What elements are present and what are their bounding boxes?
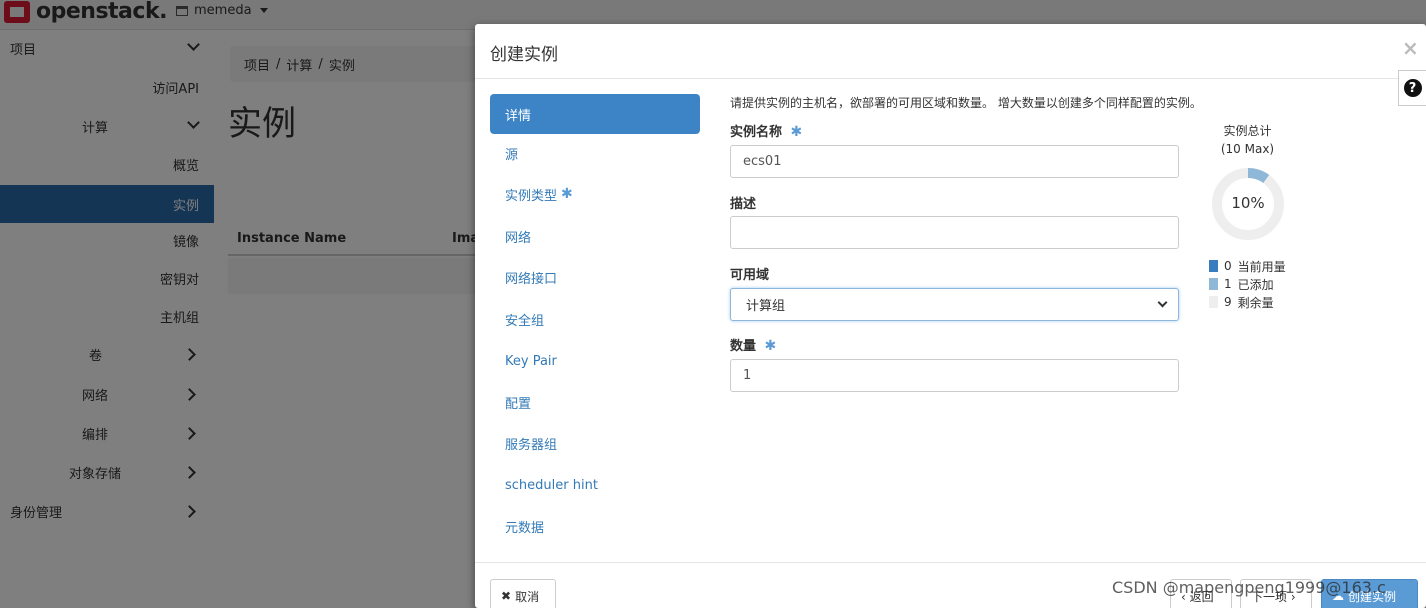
quota-title-line2: (10 Max) [1220, 142, 1275, 156]
count-label: 数量 ✱ [730, 335, 776, 354]
wizard-step-label: 服务器组 [505, 437, 558, 453]
wizard-step-scheduler-hints[interactable]: scheduler hint [490, 465, 700, 505]
wizard-step-label: 源 [505, 147, 519, 163]
legend-label: 当前用量 [1237, 259, 1286, 274]
required-star-icon: ✱ [790, 124, 803, 140]
count-label-text: 数量 [730, 339, 757, 354]
quota-title-line1: 实例总计 [1223, 124, 1272, 138]
legend-swatch [1209, 278, 1218, 290]
description-input[interactable] [730, 216, 1179, 249]
wizard-step-label: 元数据 [505, 520, 545, 536]
cancel-label: 取消 [515, 589, 540, 604]
legend-count: 9 [1224, 295, 1232, 309]
quota-title: 实例总计 (10 Max) [1205, 122, 1290, 158]
wizard-step-label: 详情 [505, 108, 532, 124]
wizard-step-metadata[interactable]: 元数据 [490, 506, 700, 546]
wizard-step-networks[interactable]: 网络 [490, 216, 700, 256]
wizard-step-label: 网络 [505, 230, 532, 246]
close-icon: ✖ [501, 589, 512, 603]
legend-count: 1 [1224, 277, 1232, 291]
quota-legend: 0 当前用量 1 已添加 9 剩余量 [1209, 257, 1286, 311]
instance-name-input[interactable]: ecs01 [730, 145, 1179, 178]
help-text: 请提供实例的主机名，欲部署的可用区域和数量。 增大数量以创建多个同样配置的实例。 [730, 96, 1202, 110]
cancel-button[interactable]: ✖ 取消 [490, 579, 556, 608]
wizard-step-flavor[interactable]: 实例类型 ✱ [490, 174, 700, 214]
wizard-step-key-pair[interactable]: Key Pair [490, 341, 700, 381]
availability-zone-select[interactable]: 计算组 [730, 288, 1179, 321]
wizard-step-label: 网络接口 [505, 271, 558, 287]
wizard-step-details[interactable]: 详情 [490, 94, 700, 134]
wizard-step-security-groups[interactable]: 安全组 [490, 299, 700, 339]
description-label: 描述 [730, 197, 757, 212]
watermark: CSDN @mapengpeng1999@163.c [1112, 578, 1386, 597]
modal-title: 创建实例 [490, 45, 558, 65]
question-icon: ? [1403, 79, 1422, 97]
legend-item-used: 0 当前用量 [1209, 257, 1286, 275]
quota-added-arc [1247, 168, 1270, 184]
legend-label: 剩余量 [1237, 295, 1274, 310]
legend-item-remaining: 9 剩余量 [1209, 293, 1286, 311]
count-value: 1 [743, 368, 752, 383]
chevron-down-icon [1157, 297, 1168, 308]
create-instance-modal: 创建实例 ? 详情 源 实例类型 ✱ 网络 网络接口 安全组 Key Pair … [475, 24, 1426, 608]
legend-count: 0 [1224, 259, 1232, 273]
modal-header: 创建实例 [475, 24, 1426, 79]
help-button[interactable]: ? [1398, 70, 1426, 106]
instance-name-value: ecs01 [743, 154, 782, 169]
instance-name-label: 实例名称 ✱ [730, 121, 802, 140]
availability-zone-label: 可用域 [730, 268, 770, 283]
close-modal-button[interactable]: × [1402, 36, 1419, 60]
wizard-step-label: 安全组 [505, 313, 545, 329]
wizard-step-label: Key Pair [505, 353, 557, 369]
legend-item-added: 1 已添加 [1209, 275, 1286, 293]
legend-label: 已添加 [1237, 277, 1274, 292]
instance-name-label-text: 实例名称 [730, 125, 783, 140]
required-star-icon: ✱ [561, 186, 573, 202]
legend-swatch [1209, 260, 1218, 272]
legend-swatch [1209, 296, 1218, 308]
count-input[interactable]: 1 [730, 359, 1179, 392]
quota-percent: 10% [1231, 194, 1265, 212]
required-star-icon: ✱ [764, 338, 777, 354]
wizard-step-source[interactable]: 源 [490, 133, 700, 173]
wizard-step-label: 实例类型 [505, 188, 558, 204]
wizard-step-label: scheduler hint [505, 477, 598, 493]
wizard-step-label: 配置 [505, 396, 532, 412]
wizard-step-server-groups[interactable]: 服务器组 [490, 423, 700, 463]
availability-zone-value: 计算组 [746, 299, 786, 314]
wizard-step-configuration[interactable]: 配置 [490, 382, 700, 422]
wizard-step-network-ports[interactable]: 网络接口 [490, 257, 700, 297]
